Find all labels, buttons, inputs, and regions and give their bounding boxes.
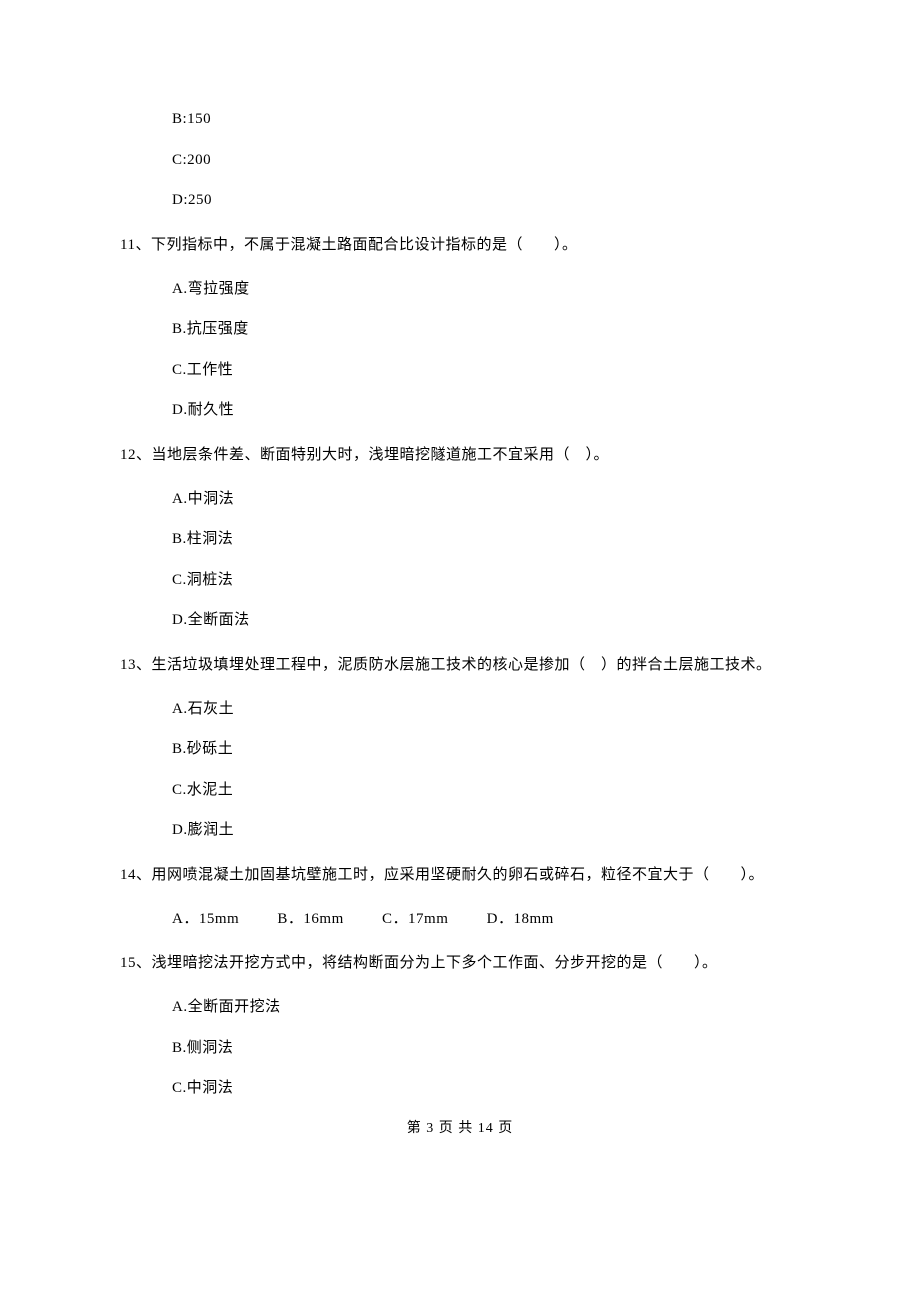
document-page: B:150 C:200 D:250 11、下列指标中，不属于混凝土路面配合比设计…: [0, 0, 920, 1139]
q10-option-d: D:250: [172, 189, 800, 212]
q14-option-d: D．18mm: [487, 911, 554, 927]
q15-option-c: C.中洞法: [172, 1077, 800, 1100]
q12-stem: 12、当地层条件差、断面特别大时，浅埋暗挖隧道施工不宜采用（ ）。: [120, 440, 800, 470]
q15-option-a: A.全断面开挖法: [172, 996, 800, 1019]
q11-option-d: D.耐久性: [172, 399, 800, 422]
q14-stem: 14、用网喷混凝土加固基坑壁施工时，应采用坚硬耐久的卵石或碎石，粒径不宜大于（ …: [120, 860, 800, 890]
q12-option-b: B.柱洞法: [172, 528, 800, 551]
q15-option-b: B.侧洞法: [172, 1037, 800, 1060]
q11-option-b: B.抗压强度: [172, 318, 800, 341]
q12-option-d: D.全断面法: [172, 609, 800, 632]
q13-stem: 13、生活垃圾填埋处理工程中，泥质防水层施工技术的核心是掺加（ ）的拌合土层施工…: [120, 650, 800, 680]
q10-option-c: C:200: [172, 149, 800, 172]
q14-option-a: A．15mm: [172, 911, 239, 927]
q11-option-c: C.工作性: [172, 359, 800, 382]
q13-option-c: C.水泥土: [172, 779, 800, 802]
q12-option-c: C.洞桩法: [172, 569, 800, 592]
q11-option-a: A.弯拉强度: [172, 278, 800, 301]
q11-stem: 11、下列指标中，不属于混凝土路面配合比设计指标的是（ ）。: [120, 230, 800, 260]
q10-option-b: B:150: [172, 108, 800, 131]
q13-option-d: D.膨润土: [172, 819, 800, 842]
q13-option-a: A.石灰土: [172, 698, 800, 721]
q14-option-b: B．16mm: [277, 911, 343, 927]
q15-stem: 15、浅埋暗挖法开挖方式中，将结构断面分为上下多个工作面、分步开挖的是（ ）。: [120, 948, 800, 978]
q14-options: A．15mm B．16mm C．17mm D．18mm: [172, 908, 800, 931]
page-footer: 第 3 页 共 14 页: [120, 1118, 800, 1139]
q13-option-b: B.砂砾土: [172, 738, 800, 761]
q14-option-c: C．17mm: [382, 911, 448, 927]
q12-option-a: A.中洞法: [172, 488, 800, 511]
